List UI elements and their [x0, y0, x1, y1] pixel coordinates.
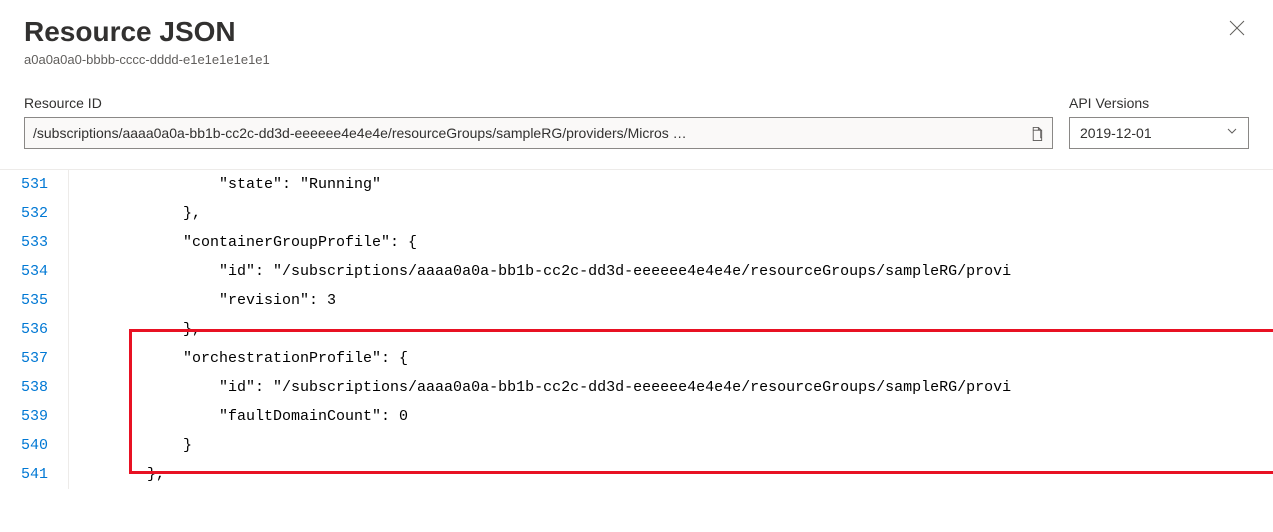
- line-number: 539: [0, 402, 48, 431]
- resource-id-label: Resource ID: [24, 95, 1053, 111]
- line-number: 532: [0, 199, 48, 228]
- line-number: 534: [0, 257, 48, 286]
- line-number: 536: [0, 315, 48, 344]
- line-number: 535: [0, 286, 48, 315]
- code-line: },: [75, 315, 1273, 344]
- line-number: 538: [0, 373, 48, 402]
- code-line: "state": "Running": [75, 170, 1273, 199]
- resource-id-input[interactable]: /subscriptions/aaaa0a0a-bb1b-cc2c-dd3d-e…: [33, 125, 1023, 141]
- code-line: "revision": 3: [75, 286, 1273, 315]
- api-versions-value: 2019-12-01: [1080, 125, 1152, 141]
- line-number: 540: [0, 431, 48, 460]
- line-number: 541: [0, 460, 48, 489]
- code-line: }: [75, 431, 1273, 460]
- line-number: 537: [0, 344, 48, 373]
- code-line: },: [75, 199, 1273, 228]
- copy-icon[interactable]: [1029, 126, 1044, 141]
- line-number: 531: [0, 170, 48, 199]
- close-icon[interactable]: [1225, 16, 1249, 44]
- line-number-gutter: 531532533534535536537538539540541: [0, 170, 68, 489]
- api-versions-select[interactable]: 2019-12-01: [1069, 117, 1249, 149]
- api-versions-label: API Versions: [1069, 95, 1249, 111]
- code-line: },: [75, 460, 1273, 489]
- code-line: "id": "/subscriptions/aaaa0a0a-bb1b-cc2c…: [75, 373, 1273, 402]
- page-title: Resource JSON: [24, 16, 236, 48]
- code-line: "id": "/subscriptions/aaaa0a0a-bb1b-cc2c…: [75, 257, 1273, 286]
- code-content[interactable]: "state": "Running" }, "containerGroupPro…: [68, 170, 1273, 489]
- line-number: 533: [0, 228, 48, 257]
- code-line: "orchestrationProfile": {: [75, 344, 1273, 373]
- chevron-down-icon: [1226, 124, 1238, 142]
- code-line: "faultDomainCount": 0: [75, 402, 1273, 431]
- page-subtitle: a0a0a0a0-bbbb-cccc-dddd-e1e1e1e1e1e1: [24, 52, 1249, 67]
- code-line: "containerGroupProfile": {: [75, 228, 1273, 257]
- code-viewer: 531532533534535536537538539540541 "state…: [0, 169, 1273, 489]
- resource-id-input-wrapper: /subscriptions/aaaa0a0a-bb1b-cc2c-dd3d-e…: [24, 117, 1053, 149]
